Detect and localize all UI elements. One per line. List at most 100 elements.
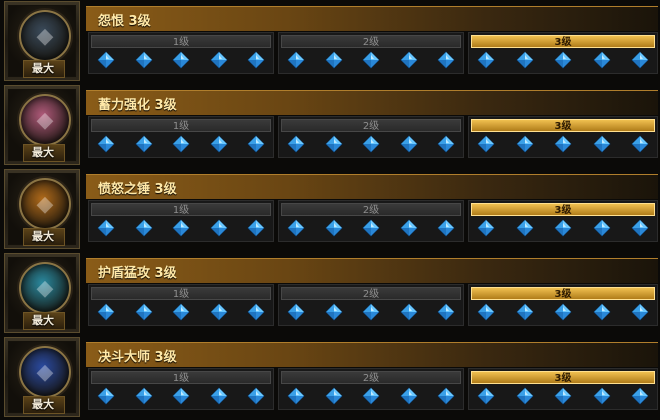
blue-diamond-gem-icon[interactable] [629, 218, 651, 238]
tier-box-3[interactable]: 3级 [468, 368, 658, 410]
blue-diamond-gem-icon[interactable] [360, 302, 382, 322]
blue-diamond-gem-icon[interactable] [398, 386, 420, 406]
blue-diamond-gem-icon[interactable] [323, 386, 345, 406]
tier-box-1[interactable]: 1级 [88, 368, 274, 410]
blue-diamond-gem-icon[interactable] [552, 134, 574, 154]
blue-diamond-gem-icon[interactable] [133, 134, 155, 154]
tier-box-1[interactable]: 1级 [88, 32, 274, 74]
blue-diamond-gem-icon[interactable] [398, 218, 420, 238]
skill-portrait-frame[interactable]: ◆ 最大 [4, 337, 80, 417]
skill-portrait-frame[interactable]: ◆ 最大 [4, 85, 80, 165]
blue-diamond-gem-icon[interactable] [360, 50, 382, 70]
blue-diamond-gem-icon[interactable] [360, 386, 382, 406]
blue-diamond-gem-icon[interactable] [170, 218, 192, 238]
blue-diamond-gem-icon[interactable] [208, 218, 230, 238]
blue-diamond-gem-icon[interactable] [245, 218, 267, 238]
blue-diamond-gem-icon[interactable] [398, 50, 420, 70]
blue-diamond-gem-icon[interactable] [629, 50, 651, 70]
blue-diamond-gem-icon[interactable] [208, 302, 230, 322]
blue-diamond-gem-icon[interactable] [435, 386, 457, 406]
blue-diamond-gem-icon[interactable] [398, 302, 420, 322]
blue-diamond-gem-icon[interactable] [591, 386, 613, 406]
tier-box-3[interactable]: 3级 [468, 200, 658, 242]
blue-diamond-gem-icon[interactable] [435, 302, 457, 322]
blue-diamond-gem-icon[interactable] [360, 218, 382, 238]
blue-diamond-gem-icon[interactable] [95, 134, 117, 154]
blue-diamond-gem-icon[interactable] [514, 386, 536, 406]
blue-diamond-gem-icon[interactable] [514, 302, 536, 322]
blue-diamond-gem-icon[interactable] [435, 134, 457, 154]
blue-diamond-gem-icon[interactable] [475, 302, 497, 322]
blue-diamond-gem-icon[interactable] [133, 218, 155, 238]
tier-box-2[interactable]: 2级 [278, 32, 464, 74]
blue-diamond-gem-icon[interactable] [591, 218, 613, 238]
tier-box-2[interactable]: 2级 [278, 116, 464, 158]
blue-diamond-gem-icon[interactable] [398, 134, 420, 154]
blue-diamond-gem-icon[interactable] [591, 134, 613, 154]
blue-diamond-gem-icon[interactable] [285, 302, 307, 322]
blue-diamond-gem-icon[interactable] [475, 50, 497, 70]
tier-header-bar: 2级 [281, 203, 461, 216]
blue-diamond-gem-icon[interactable] [323, 134, 345, 154]
blue-diamond-gem-icon[interactable] [170, 50, 192, 70]
blue-diamond-gem-icon[interactable] [360, 134, 382, 154]
blue-diamond-gem-icon[interactable] [170, 386, 192, 406]
blue-diamond-gem-icon[interactable] [629, 386, 651, 406]
blue-diamond-gem-icon[interactable] [95, 218, 117, 238]
skill-portrait-frame[interactable]: ◆ 最大 [4, 1, 80, 81]
tier-box-1[interactable]: 1级 [88, 200, 274, 242]
blue-diamond-gem-icon[interactable] [629, 302, 651, 322]
blue-diamond-gem-icon[interactable] [245, 302, 267, 322]
blue-diamond-gem-icon[interactable] [475, 386, 497, 406]
blue-diamond-gem-icon[interactable] [552, 50, 574, 70]
blue-diamond-gem-icon[interactable] [323, 50, 345, 70]
blue-diamond-gem-icon[interactable] [208, 134, 230, 154]
blue-diamond-gem-icon[interactable] [475, 134, 497, 154]
shield-icon: ◆ [19, 262, 71, 314]
blue-diamond-gem-icon[interactable] [208, 50, 230, 70]
blue-diamond-gem-icon[interactable] [133, 386, 155, 406]
tier-box-2[interactable]: 2级 [278, 200, 464, 242]
blue-diamond-gem-icon[interactable] [552, 302, 574, 322]
blue-diamond-gem-icon[interactable] [323, 302, 345, 322]
blue-diamond-gem-icon[interactable] [591, 50, 613, 70]
blue-diamond-gem-icon[interactable] [435, 50, 457, 70]
blue-diamond-gem-icon[interactable] [245, 50, 267, 70]
blue-diamond-gem-icon[interactable] [435, 218, 457, 238]
max-label: 最大 [32, 230, 54, 243]
tier-label: 3级 [554, 37, 572, 48]
blue-diamond-gem-icon[interactable] [514, 134, 536, 154]
blue-diamond-gem-icon[interactable] [323, 218, 345, 238]
blue-diamond-gem-icon[interactable] [591, 302, 613, 322]
blue-diamond-gem-icon[interactable] [208, 386, 230, 406]
blue-diamond-gem-icon[interactable] [285, 50, 307, 70]
blue-diamond-gem-icon[interactable] [629, 134, 651, 154]
tier-header-bar: 1级 [91, 203, 271, 216]
blue-diamond-gem-icon[interactable] [170, 134, 192, 154]
blue-diamond-gem-icon[interactable] [475, 218, 497, 238]
tier-box-2[interactable]: 2级 [278, 284, 464, 326]
blue-diamond-gem-icon[interactable] [95, 386, 117, 406]
blue-diamond-gem-icon[interactable] [285, 386, 307, 406]
tier-box-3[interactable]: 3级 [468, 116, 658, 158]
blue-diamond-gem-icon[interactable] [95, 50, 117, 70]
blue-diamond-gem-icon[interactable] [245, 134, 267, 154]
blue-diamond-gem-icon[interactable] [285, 218, 307, 238]
tier-box-3[interactable]: 3级 [468, 284, 658, 326]
blue-diamond-gem-icon[interactable] [514, 50, 536, 70]
blue-diamond-gem-icon[interactable] [170, 302, 192, 322]
blue-diamond-gem-icon[interactable] [552, 218, 574, 238]
tier-box-1[interactable]: 1级 [88, 284, 274, 326]
blue-diamond-gem-icon[interactable] [245, 386, 267, 406]
blue-diamond-gem-icon[interactable] [552, 386, 574, 406]
blue-diamond-gem-icon[interactable] [95, 302, 117, 322]
skill-portrait-frame[interactable]: ◆ 最大 [4, 169, 80, 249]
blue-diamond-gem-icon[interactable] [133, 50, 155, 70]
tier-box-3[interactable]: 3级 [468, 32, 658, 74]
tier-box-1[interactable]: 1级 [88, 116, 274, 158]
skill-portrait-frame[interactable]: ◆ 最大 [4, 253, 80, 333]
blue-diamond-gem-icon[interactable] [285, 134, 307, 154]
blue-diamond-gem-icon[interactable] [133, 302, 155, 322]
tier-box-2[interactable]: 2级 [278, 368, 464, 410]
blue-diamond-gem-icon[interactable] [514, 218, 536, 238]
